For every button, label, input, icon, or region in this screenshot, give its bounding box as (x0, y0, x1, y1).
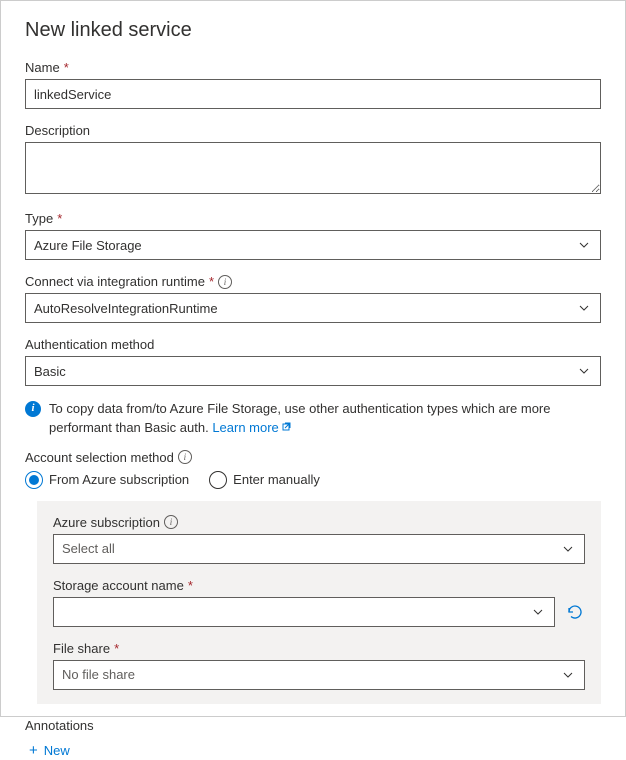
file-share-value: No file share (62, 667, 135, 682)
azure-subscription-label: Azure subscription (53, 515, 160, 530)
info-icon[interactable]: i (218, 275, 232, 289)
azure-subscription-select[interactable]: Select all (53, 534, 585, 564)
account-selection-label: Account selection method (25, 450, 174, 465)
external-link-icon (282, 419, 294, 438)
chevron-down-icon (578, 302, 590, 314)
info-banner-text: To copy data from/to Azure File Storage,… (49, 400, 601, 438)
azure-subscription-value: Select all (62, 541, 115, 556)
required-mark: * (188, 578, 193, 593)
refresh-icon (566, 603, 584, 621)
required-mark: * (114, 641, 119, 656)
chevron-down-icon (578, 239, 590, 251)
radio-from-subscription[interactable]: From Azure subscription (25, 471, 189, 489)
required-mark: * (209, 274, 214, 289)
runtime-label: Connect via integration runtime (25, 274, 205, 289)
required-mark: * (64, 60, 69, 75)
file-share-select[interactable]: No file share (53, 660, 585, 690)
info-icon: i (25, 401, 41, 417)
subscription-panel: Azure subscription i Select all Storage … (37, 501, 601, 704)
chevron-down-icon (562, 669, 574, 681)
chevron-down-icon (532, 606, 544, 618)
page-title: New linked service (25, 19, 601, 42)
description-label: Description (25, 123, 90, 138)
storage-account-label: Storage account name (53, 578, 184, 593)
file-share-label: File share (53, 641, 110, 656)
radio-icon (25, 471, 43, 489)
name-input[interactable] (25, 79, 601, 109)
runtime-value: AutoResolveIntegrationRuntime (34, 301, 218, 316)
auth-method-label: Authentication method (25, 337, 154, 352)
radio-icon (209, 471, 227, 489)
info-icon[interactable]: i (178, 450, 192, 464)
storage-account-select[interactable] (53, 597, 555, 627)
radio-enter-manually[interactable]: Enter manually (209, 471, 320, 489)
refresh-button[interactable] (565, 602, 585, 622)
annotations-label: Annotations (25, 718, 94, 733)
chevron-down-icon (562, 543, 574, 555)
learn-more-link[interactable]: Learn more (212, 419, 293, 438)
name-label: Name (25, 60, 60, 75)
type-label: Type (25, 211, 53, 226)
info-icon[interactable]: i (164, 515, 178, 529)
new-annotation-button[interactable]: + New (25, 741, 74, 760)
plus-icon: + (29, 743, 38, 758)
description-input[interactable] (25, 142, 601, 194)
chevron-down-icon (578, 365, 590, 377)
auth-method-value: Basic (34, 364, 66, 379)
type-value: Azure File Storage (34, 238, 142, 253)
required-mark: * (57, 211, 62, 226)
runtime-select[interactable]: AutoResolveIntegrationRuntime (25, 293, 601, 323)
type-select[interactable]: Azure File Storage (25, 230, 601, 260)
auth-method-select[interactable]: Basic (25, 356, 601, 386)
